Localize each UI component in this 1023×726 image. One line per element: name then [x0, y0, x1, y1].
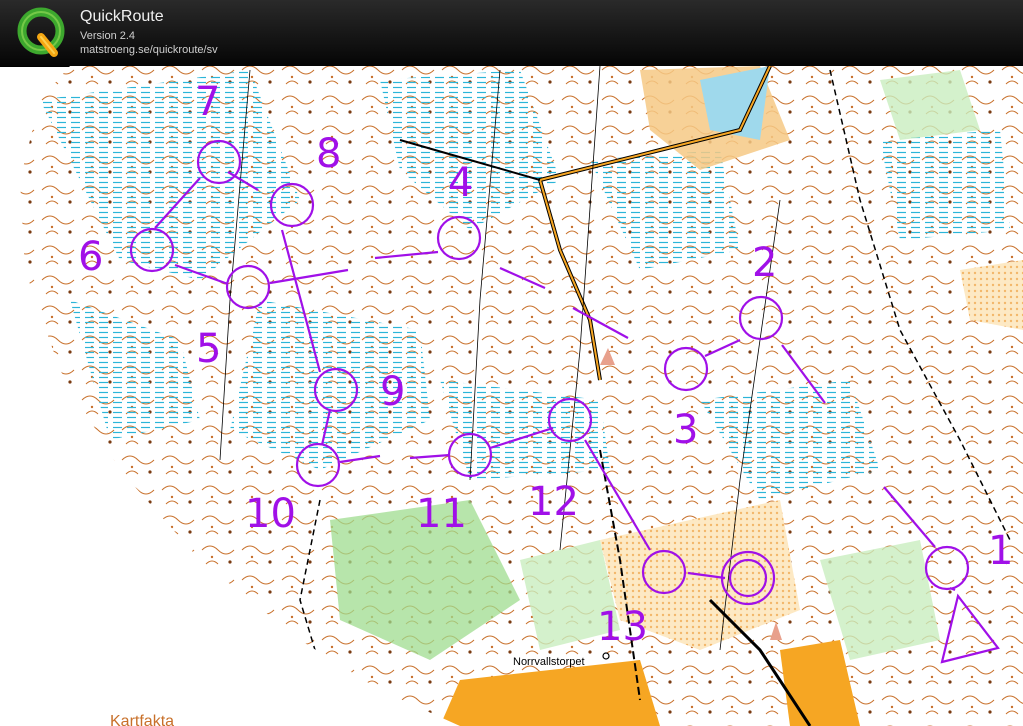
control-number-4: 4 [448, 160, 473, 206]
map-view[interactable]: Norrvallstorpet Kartfakta 1 2 3 4 5 6 7 … [0, 66, 1023, 726]
control-number-13: 13 [597, 604, 648, 650]
app-url[interactable]: matstroeng.se/quickroute/sv [80, 44, 218, 56]
quickroute-logo-icon [17, 7, 65, 57]
control-number-10: 10 [245, 491, 296, 537]
control-number-9: 9 [380, 369, 405, 415]
building-icon [602, 652, 610, 660]
control-number-8: 8 [316, 131, 341, 177]
control-number-11: 11 [416, 491, 467, 537]
control-number-2: 2 [752, 240, 777, 286]
control-number-5: 5 [196, 326, 221, 372]
control-number-3: 3 [673, 407, 698, 453]
orienteering-map: Norrvallstorpet Kartfakta 1 2 3 4 5 6 7 … [20, 66, 1023, 726]
control-number-6: 6 [78, 234, 103, 280]
terrain-layer [20, 66, 1023, 726]
kartfakta-label: Kartfakta [110, 713, 174, 726]
app-title: QuickRoute [80, 8, 164, 25]
app-version: Version 2.4 [80, 30, 136, 42]
place-name: Norrvallstorpet [513, 656, 585, 668]
control-number-7: 7 [195, 79, 220, 125]
app-header: QuickRoute Version 2.4 matstroeng.se/qui… [0, 0, 1023, 67]
control-number-1: 1 [988, 528, 1013, 574]
control-number-12: 12 [528, 479, 579, 525]
